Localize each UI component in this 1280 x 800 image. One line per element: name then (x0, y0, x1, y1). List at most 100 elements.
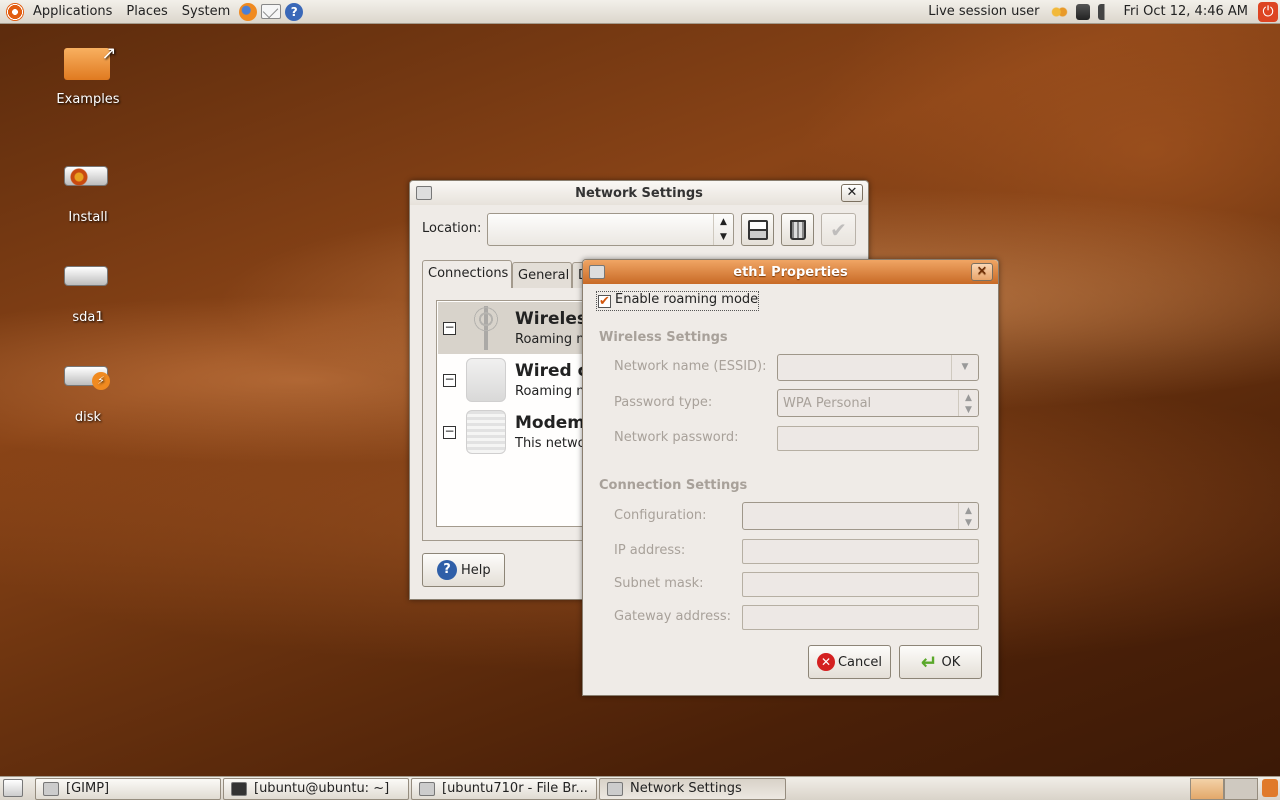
network-status-icon[interactable] (1075, 3, 1090, 20)
connection-checkbox[interactable]: − (443, 373, 456, 387)
roaming-checkbox[interactable]: ✔ (598, 295, 611, 308)
task-gimp[interactable]: [GIMP] (35, 778, 221, 800)
eth1-titlebar[interactable]: eth1 Properties ✕ (583, 260, 998, 284)
ok-arrow-icon: ↵ (920, 650, 938, 674)
cancel-icon: ✕ (816, 653, 835, 671)
task-terminal[interactable]: [ubuntu@ubuntu: ~] (223, 778, 409, 800)
user-label[interactable]: Live session user (922, 4, 1045, 19)
ethernet-icon (466, 358, 506, 402)
subnet-mask-input[interactable] (742, 572, 979, 597)
connection-settings-heading: Connection Settings (599, 478, 748, 493)
menu-places[interactable]: Places (119, 0, 174, 24)
subnet-mask-label: Subnet mask: (614, 576, 704, 591)
connections-list: − Wireless Roaming m − Wired c Roaming m… (436, 300, 596, 527)
connection-row-wireless[interactable]: − Wireless Roaming m (438, 302, 595, 354)
gimp-icon (43, 782, 59, 796)
desktop-icon-label: disk (74, 410, 102, 425)
task-file-browser[interactable]: [ubuntu710r - File Br... (411, 778, 597, 800)
bottom-taskbar: [GIMP] [ubuntu@ubuntu: ~] [ubuntu710r - … (0, 776, 1280, 800)
cancel-label: Cancel (837, 654, 883, 670)
desktop-icon-install[interactable]: Install (38, 148, 138, 225)
save-location-button[interactable] (741, 213, 774, 246)
workspace-1[interactable] (1190, 778, 1224, 800)
workspace-2[interactable] (1224, 778, 1258, 800)
location-label: Location: (422, 221, 482, 236)
menu-applications[interactable]: Applications (26, 0, 119, 24)
ip-address-label: IP address: (614, 543, 686, 558)
ip-address-input[interactable] (742, 539, 979, 564)
firefox-icon[interactable] (239, 2, 258, 21)
combo-arrow-icon: ▲ ▼ (958, 390, 978, 416)
connection-subtitle: This netwo (515, 436, 586, 451)
tab-general[interactable]: General (512, 262, 572, 288)
network-window-icon (607, 782, 623, 796)
help-button[interactable]: ? Help (422, 553, 505, 587)
trash-icon (789, 219, 806, 240)
task-label: Network Settings (630, 781, 742, 796)
connection-subtitle: Roaming m (515, 332, 589, 347)
network-window-icon (589, 265, 605, 279)
gateway-address-label: Gateway address: (614, 609, 732, 624)
connection-row-modem[interactable]: − Modem This netwo (438, 406, 595, 458)
essid-label: Network name (ESSID): (614, 359, 767, 374)
connection-checkbox[interactable]: − (443, 425, 456, 439)
network-window-icon (416, 186, 432, 200)
telephone-icon (466, 410, 506, 454)
desktop-icon-examples[interactable]: ↗ Examples (38, 40, 138, 108)
connection-subtitle: Roaming m (515, 384, 589, 399)
help-icon[interactable]: ? (285, 2, 304, 21)
password-type-combo[interactable]: WPA Personal ▲ ▼ (777, 389, 979, 417)
tab-connections[interactable]: Connections (422, 260, 512, 288)
network-password-label: Network password: (614, 430, 739, 445)
file-browser-icon (419, 782, 435, 796)
top-panel: Applications Places System ? Live sessio… (0, 0, 1280, 24)
show-desktop-icon[interactable] (3, 779, 23, 797)
desktop-icon-disk[interactable]: ⚡ disk (38, 348, 138, 425)
volume-icon[interactable] (1097, 3, 1114, 20)
combo-arrow-icon: ▲ ▼ (713, 214, 733, 245)
ubuntu-logo-icon[interactable] (6, 2, 24, 21)
task-label: [ubuntu@ubuntu: ~] (254, 781, 390, 796)
menu-system[interactable]: System (175, 0, 237, 24)
connection-row-wired[interactable]: − Wired c Roaming m (438, 354, 595, 406)
help-icon: ? (437, 560, 457, 580)
task-network-settings[interactable]: Network Settings (599, 778, 786, 800)
network-password-input[interactable] (777, 426, 979, 451)
connection-title: Wired c (515, 361, 588, 381)
close-button[interactable]: ✕ (971, 263, 993, 281)
gateway-address-input[interactable] (742, 605, 979, 630)
checkmark-icon: ✔ (830, 217, 847, 242)
install-badge-icon (70, 168, 88, 186)
location-combo[interactable]: ▲ ▼ (487, 213, 734, 246)
close-button[interactable]: ✕ (841, 184, 863, 202)
trash-icon[interactable] (1262, 779, 1278, 797)
usb-badge-icon: ⚡ (92, 372, 110, 390)
dialog-title: eth1 Properties (733, 264, 848, 280)
terminal-icon (231, 782, 247, 796)
configuration-combo[interactable]: ▲ ▼ (742, 502, 979, 530)
power-icon[interactable]: ⏻ (1258, 1, 1278, 22)
roaming-label[interactable]: Enable roaming mode (615, 292, 758, 307)
essid-combo[interactable]: ▼ (777, 354, 979, 381)
ok-label: OK (941, 654, 961, 670)
user-switch-icon[interactable] (1049, 3, 1068, 20)
desktop-icon-sda1[interactable]: sda1 (38, 248, 138, 325)
combo-arrow-icon: ▲ ▼ (958, 503, 978, 529)
cancel-button[interactable]: ✕ Cancel (808, 645, 891, 679)
task-label: [GIMP] (66, 781, 110, 796)
ok-button[interactable]: ↵ OK (899, 645, 982, 679)
link-arrow-icon: ↗ (101, 43, 117, 64)
help-label: Help (461, 562, 491, 578)
floppy-icon (747, 219, 768, 240)
drive-icon (64, 266, 108, 286)
password-type-value: WPA Personal (783, 396, 872, 411)
delete-location-button[interactable] (781, 213, 814, 246)
desktop-icon-label: Examples (56, 92, 120, 107)
task-label: [ubuntu710r - File Br... (442, 781, 588, 796)
mail-icon[interactable] (261, 4, 282, 19)
dropdown-arrow-icon: ▼ (951, 355, 978, 380)
clock[interactable]: Fri Oct 12, 4:46 AM (1118, 4, 1254, 19)
apply-location-button[interactable]: ✔ (821, 213, 856, 246)
connection-checkbox[interactable]: − (443, 321, 456, 335)
network-settings-titlebar[interactable]: Network Settings ✕ (410, 181, 868, 205)
